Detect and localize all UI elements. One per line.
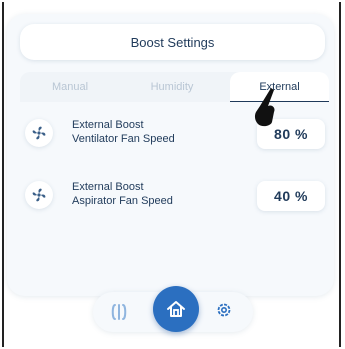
left-icon[interactable]: [110, 302, 128, 327]
bottom-nav: [93, 286, 253, 332]
fan-icon: [25, 119, 53, 147]
aspirator-speed-value[interactable]: 40 %: [257, 181, 325, 211]
ventilator-speed-label: External Boost Ventilator Fan Speed: [72, 118, 175, 146]
pointer-hand-icon: [252, 82, 282, 137]
aspirator-speed-row: External Boost Aspirator Fan Speed 40 %: [20, 175, 325, 215]
label-line-2: Ventilator Fan Speed: [72, 133, 175, 145]
label-line-1: External Boost: [72, 181, 144, 193]
boost-settings-card: Boost Settings Manual Humidity External …: [7, 14, 334, 296]
fan-icon: [25, 181, 53, 209]
aspirator-speed-label: External Boost Aspirator Fan Speed: [72, 180, 173, 208]
label-line-2: Aspirator Fan Speed: [72, 195, 173, 207]
tab-humidity[interactable]: Humidity: [122, 72, 222, 102]
page-title: Boost Settings: [20, 24, 325, 60]
label-line-1: External Boost: [72, 119, 144, 131]
tab-manual[interactable]: Manual: [20, 72, 120, 102]
home-icon[interactable]: [153, 286, 199, 332]
gear-icon[interactable]: [215, 301, 233, 324]
